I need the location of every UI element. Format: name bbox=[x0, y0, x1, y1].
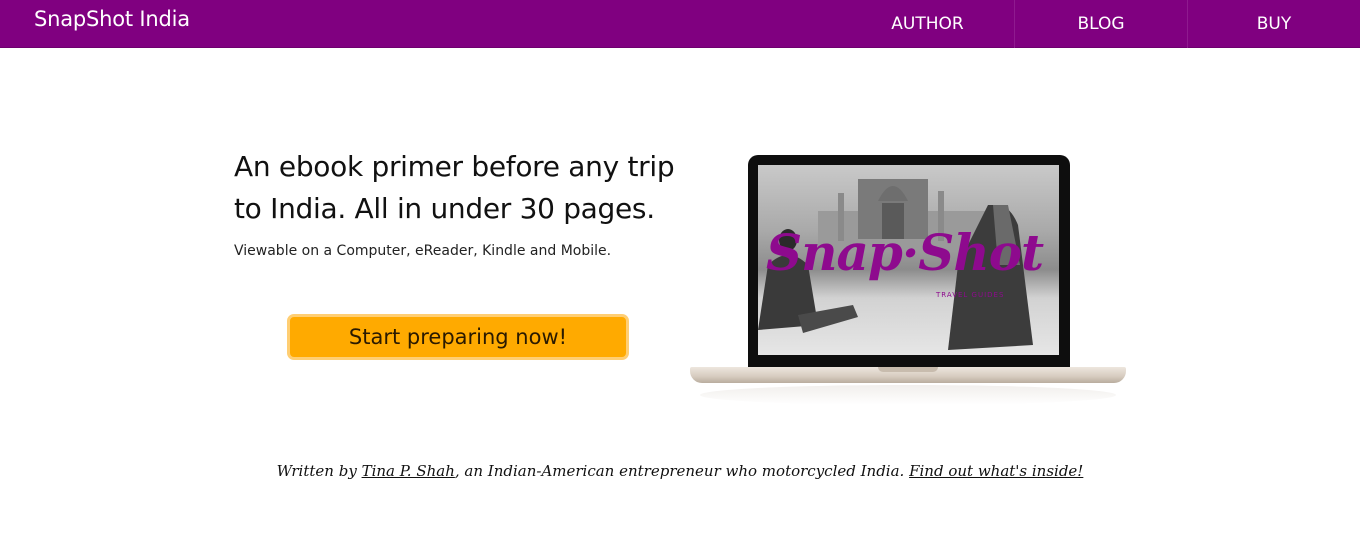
laptop-lid: Snap·Shot TRAVEL GUIDES bbox=[748, 155, 1070, 367]
hero-headline: An ebook primer before any trip to India… bbox=[234, 150, 675, 225]
brand-link[interactable]: SnapShot India bbox=[34, 7, 190, 31]
author-link[interactable]: Tina P. Shah bbox=[362, 462, 455, 480]
byline-prefix: Written by bbox=[276, 462, 362, 480]
byline-middle: , an Indian-American entrepreneur who mo… bbox=[454, 462, 910, 480]
nav-buy-link[interactable]: BUY bbox=[1187, 0, 1360, 48]
whats-inside-link[interactable]: Find out what's inside! bbox=[909, 462, 1083, 480]
laptop-image: Snap·Shot TRAVEL GUIDES bbox=[690, 155, 1126, 410]
laptop-notch bbox=[878, 367, 938, 372]
nav-blog-link[interactable]: BLOG bbox=[1014, 0, 1187, 48]
top-navbar: SnapShot India AUTHOR BLOG BUY bbox=[0, 0, 1360, 48]
nav-author-link[interactable]: AUTHOR bbox=[841, 0, 1014, 48]
hero-subtext: Viewable on a Computer, eReader, Kindle … bbox=[234, 243, 612, 259]
snapshot-logo-subtitle: TRAVEL GUIDES bbox=[936, 291, 1005, 299]
start-preparing-button[interactable]: Start preparing now! bbox=[287, 314, 629, 360]
snapshot-logo: Snap·Shot bbox=[766, 223, 1044, 282]
author-byline: Written by Tina P. Shah, an Indian-Ameri… bbox=[0, 462, 1360, 480]
laptop-reflection bbox=[700, 385, 1116, 405]
laptop-screen-photo: Snap·Shot TRAVEL GUIDES bbox=[758, 165, 1059, 355]
nav-menu: AUTHOR BLOG BUY bbox=[841, 0, 1360, 48]
